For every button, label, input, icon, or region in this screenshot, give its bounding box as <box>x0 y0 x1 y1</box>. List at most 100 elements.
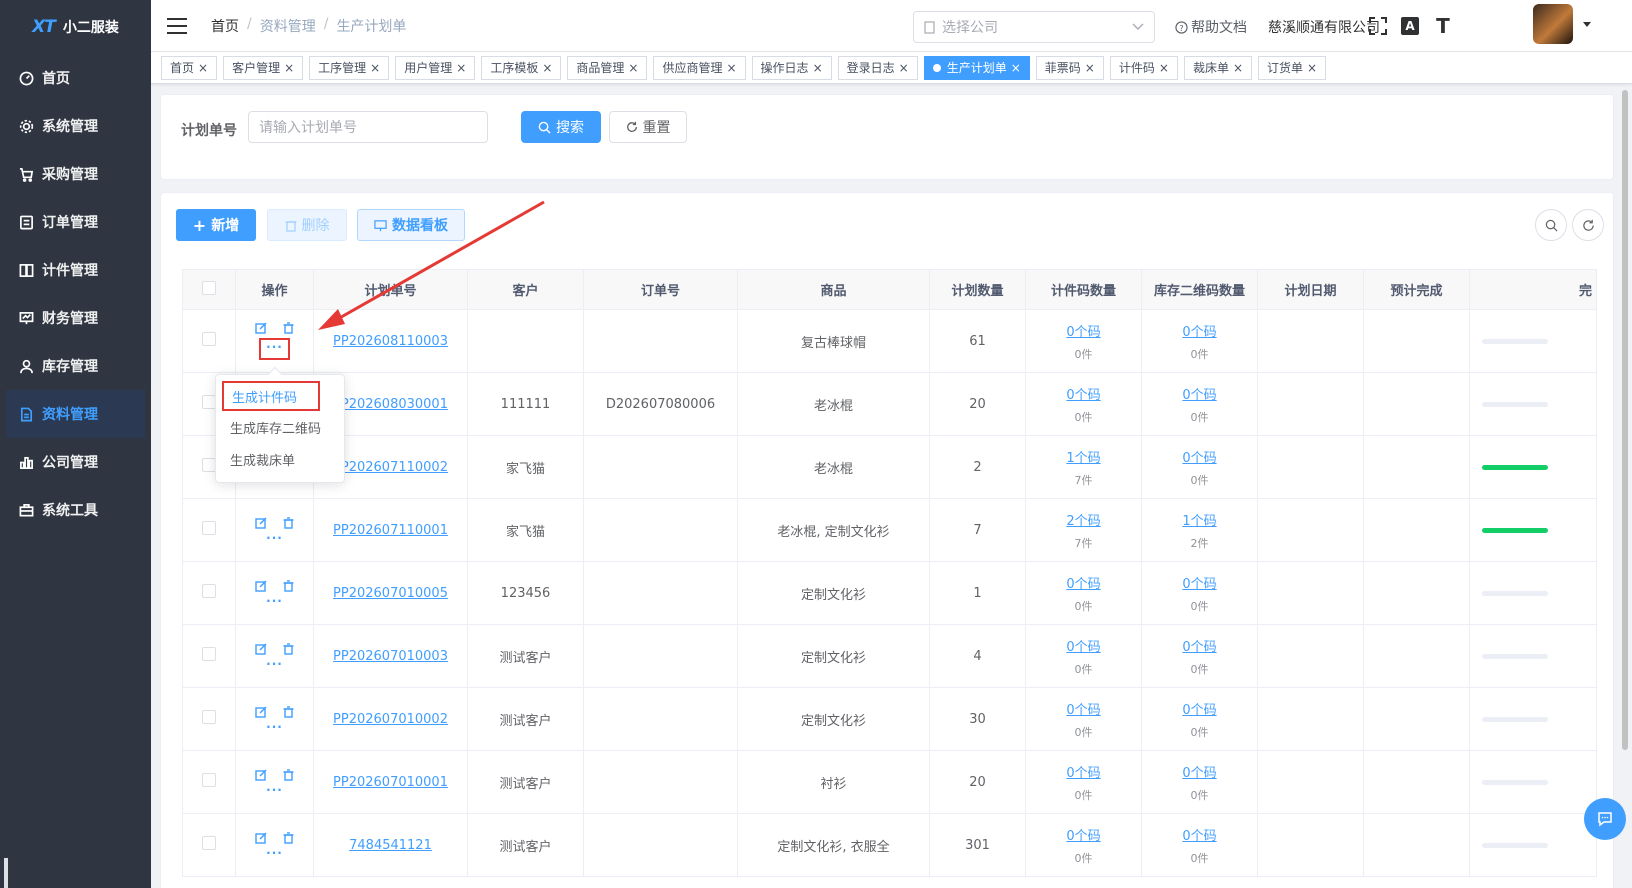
row-select-cell[interactable] <box>182 561 236 625</box>
piece-code-link[interactable]: 0个码 <box>1027 636 1141 655</box>
tag-item[interactable]: 供应商管理 × <box>653 55 746 80</box>
row-checkbox[interactable] <box>202 584 216 598</box>
piece-code-link[interactable]: 1个码 <box>1027 447 1141 466</box>
font-size-icon[interactable]: T <box>1432 14 1454 38</box>
sidebar-item[interactable]: 库存管理 <box>0 342 151 390</box>
stock-code-link[interactable]: 0个码 <box>1143 636 1257 655</box>
row-select-cell[interactable] <box>182 624 236 688</box>
dropdown-item[interactable]: 生成计件码 <box>222 381 320 411</box>
sidebar-item[interactable]: 系统管理 <box>0 102 151 150</box>
piece-code-link[interactable]: 0个码 <box>1027 384 1141 403</box>
plan-no-link[interactable]: PP202608030001 <box>333 397 448 412</box>
row-select-cell[interactable] <box>182 687 236 751</box>
close-icon[interactable]: × <box>542 61 552 75</box>
piece-code-link[interactable]: 2个码 <box>1027 510 1141 529</box>
edit-icon[interactable] <box>255 832 267 844</box>
stock-code-link[interactable]: 0个码 <box>1143 762 1257 781</box>
tag-item[interactable]: 登录日志 × <box>837 55 918 80</box>
language-icon[interactable]: A <box>1401 17 1419 35</box>
close-icon[interactable]: × <box>899 61 909 75</box>
edit-icon[interactable] <box>255 706 267 718</box>
close-icon[interactable]: × <box>456 61 466 75</box>
tag-item[interactable]: 裁床单 × <box>1183 55 1253 80</box>
tag-item[interactable]: 工序管理 × <box>309 55 390 80</box>
dropdown-item[interactable]: 生成库存二维码 <box>216 411 344 443</box>
refresh-table-button[interactable] <box>1572 209 1604 241</box>
trash-icon[interactable] <box>283 643 294 655</box>
stock-code-link[interactable]: 1个码 <box>1143 510 1257 529</box>
trash-icon[interactable] <box>283 517 294 529</box>
plan-no-link[interactable]: PP202607110001 <box>333 523 448 538</box>
piece-code-link[interactable]: 0个码 <box>1027 573 1141 592</box>
plan-no-input[interactable]: 请输入计划单号 <box>248 111 488 143</box>
close-icon[interactable]: × <box>1159 61 1169 75</box>
close-icon[interactable]: × <box>1011 61 1021 75</box>
sidebar-item[interactable]: 公司管理 <box>0 438 151 486</box>
edit-icon[interactable] <box>255 643 267 655</box>
tag-item[interactable]: 用户管理 × <box>395 55 476 80</box>
plan-no-link[interactable]: PP202607010002 <box>333 712 448 727</box>
plan-no-link[interactable]: PP202607010001 <box>333 775 448 790</box>
fullscreen-icon[interactable] <box>1367 15 1389 37</box>
chat-button[interactable] <box>1584 798 1626 840</box>
trash-icon[interactable] <box>283 580 294 592</box>
delete-button[interactable]: 删除 <box>267 209 347 241</box>
row-checkbox[interactable] <box>202 836 216 850</box>
edit-icon[interactable] <box>255 580 267 592</box>
data-board-button[interactable]: 数据看板 <box>357 209 465 241</box>
close-icon[interactable]: × <box>813 61 823 75</box>
more-actions-button[interactable]: ··· <box>259 338 290 360</box>
stock-code-link[interactable]: 0个码 <box>1143 447 1257 466</box>
edit-icon[interactable] <box>255 517 267 529</box>
select-all-checkbox[interactable] <box>202 280 216 295</box>
row-checkbox[interactable] <box>202 521 216 535</box>
trash-icon[interactable] <box>283 706 294 718</box>
sidebar-item[interactable]: 订单管理 <box>0 198 151 246</box>
tag-item[interactable]: 首页 × <box>161 55 218 80</box>
close-icon[interactable]: × <box>628 61 638 75</box>
sidebar-scrollbar[interactable] <box>4 858 8 888</box>
stock-code-link[interactable]: 0个码 <box>1143 699 1257 718</box>
close-icon[interactable]: × <box>1233 61 1243 75</box>
breadcrumb-home[interactable]: 首页 <box>211 16 239 36</box>
row-select-cell[interactable] <box>182 813 236 877</box>
sidebar-item[interactable]: 系统工具 <box>0 486 151 534</box>
sidebar-item[interactable]: 计件管理 <box>0 246 151 294</box>
tag-item[interactable]: 商品管理 × <box>567 55 648 80</box>
close-icon[interactable]: × <box>284 61 294 75</box>
piece-code-link[interactable]: 0个码 <box>1027 321 1141 340</box>
close-icon[interactable]: × <box>1307 61 1317 75</box>
tag-item[interactable]: 订货单 × <box>1258 55 1327 80</box>
plan-no-link[interactable]: PP202607110002 <box>333 460 448 475</box>
sidebar-item[interactable]: 首页 <box>0 54 151 102</box>
close-icon[interactable]: × <box>370 61 380 75</box>
stock-code-link[interactable]: 0个码 <box>1143 825 1257 844</box>
tag-item[interactable]: 操作日志 × <box>751 55 832 80</box>
row-select-cell[interactable] <box>182 750 236 814</box>
row-select-cell[interactable] <box>182 498 236 562</box>
plan-no-link[interactable]: 7484541121 <box>349 838 432 853</box>
row-checkbox[interactable] <box>202 332 216 346</box>
toggle-search-button[interactable] <box>1535 209 1567 241</box>
add-button[interactable]: + 新增 <box>176 209 256 241</box>
row-checkbox[interactable] <box>202 395 216 409</box>
close-icon[interactable]: × <box>726 61 736 75</box>
more-actions-button[interactable]: ··· <box>266 595 283 607</box>
more-actions-button[interactable]: ··· <box>266 721 283 733</box>
piece-code-link[interactable]: 0个码 <box>1027 699 1141 718</box>
trash-icon[interactable] <box>283 322 294 334</box>
tag-item[interactable]: 工序模板 × <box>481 55 562 80</box>
tag-item[interactable]: 生产计划单 × <box>923 55 1030 80</box>
hamburger-icon[interactable] <box>167 17 187 34</box>
trash-icon[interactable] <box>283 769 294 781</box>
search-button[interactable]: 搜索 <box>521 111 601 143</box>
tag-item[interactable]: 客户管理 × <box>223 55 304 80</box>
plan-no-link[interactable]: PP202608110003 <box>333 334 448 349</box>
close-icon[interactable]: × <box>1085 61 1095 75</box>
plan-no-link[interactable]: PP202607010005 <box>333 586 448 601</box>
row-checkbox[interactable] <box>202 647 216 661</box>
close-icon[interactable]: × <box>198 61 208 75</box>
dropdown-item[interactable]: 生成裁床单 <box>216 443 344 475</box>
page-scrollbar[interactable] <box>1622 90 1628 750</box>
reset-button[interactable]: 重置 <box>609 111 687 143</box>
